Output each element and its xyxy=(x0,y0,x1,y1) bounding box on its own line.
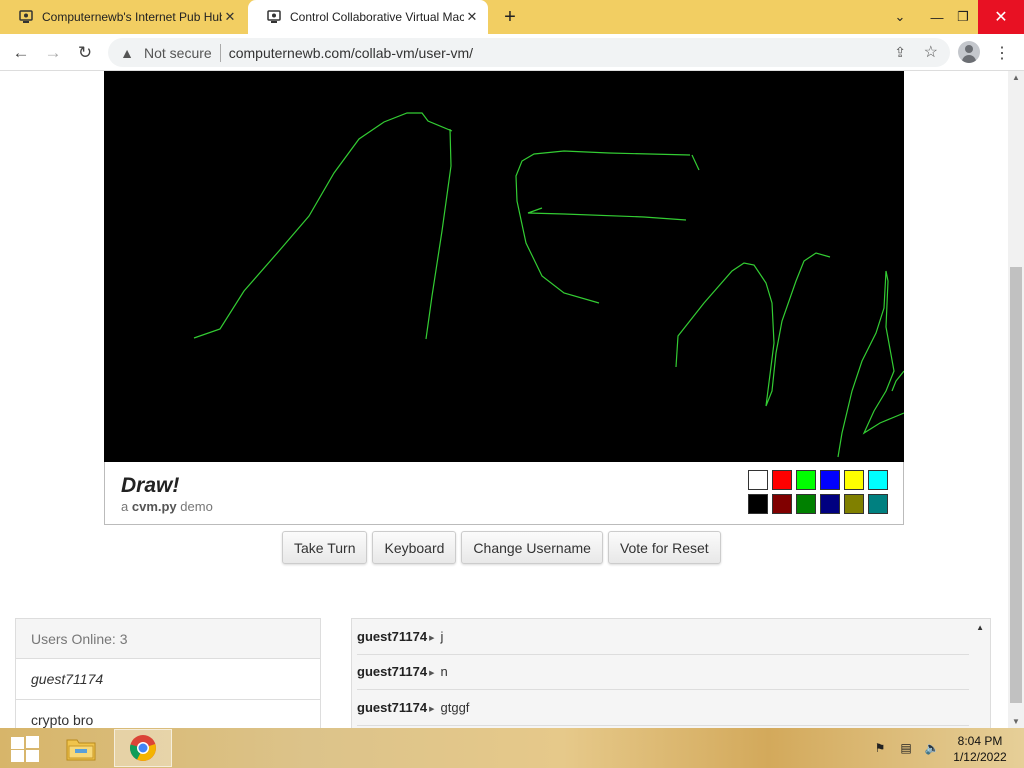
users-online-panel: Users Online: 3 guest71174 crypto bro xyxy=(15,618,321,728)
color-palette xyxy=(748,470,892,514)
vm-controls: Take Turn Keyboard Change Username Vote … xyxy=(282,531,721,564)
stroke-e-bottom xyxy=(691,154,700,171)
chevron-down-icon[interactable]: ⌄ xyxy=(886,0,914,34)
warning-icon[interactable]: ▲ xyxy=(118,44,136,62)
color-swatch[interactable] xyxy=(772,494,792,514)
share-icon[interactable]: ⇪ xyxy=(894,44,906,61)
tab-title: Control Collaborative Virtual Machine xyxy=(290,10,464,24)
caret-right-icon: ▶ xyxy=(429,669,435,677)
color-swatch[interactable] xyxy=(820,494,840,514)
scrollbar-thumb[interactable] xyxy=(1010,267,1022,703)
tab-strip: Computernewb's Internet Pub Hub ✕ Contro… xyxy=(0,0,1024,34)
browser-toolbar: ← → ↻ ▲ Not secure computernewb.com/coll… xyxy=(0,34,1024,71)
users-online-header: Users Online: 3 xyxy=(16,619,320,659)
take-turn-button[interactable]: Take Turn xyxy=(282,531,368,564)
computernewb-favicon-icon xyxy=(267,10,281,23)
scroll-up-icon[interactable]: ▲ xyxy=(1008,73,1024,82)
vm-display-canvas[interactable] xyxy=(104,71,904,462)
stroke-a-left xyxy=(193,112,453,339)
close-icon[interactable]: ✕ xyxy=(222,9,238,25)
close-icon[interactable]: ✕ xyxy=(464,9,480,25)
restore-icon[interactable]: ❐ xyxy=(950,0,976,34)
color-swatch[interactable] xyxy=(844,494,864,514)
chat-panel[interactable]: ▲ guest71174 ▶ j guest71174 ▶ n guest711… xyxy=(351,618,991,728)
color-swatch[interactable] xyxy=(796,470,816,490)
system-tray: ⚑ ▤ 🔈 xyxy=(872,740,940,756)
chat-text: n xyxy=(440,664,448,679)
forward-arrow-icon[interactable]: → xyxy=(40,40,66,66)
page-scrollbar[interactable]: ▲ ▼ xyxy=(1008,71,1024,728)
bookmark-star-icon[interactable]: ☆ xyxy=(924,42,938,62)
chat-message: guest71174 ▶ gtggf xyxy=(357,690,969,726)
color-swatch[interactable] xyxy=(772,470,792,490)
clock-time: 8:04 PM xyxy=(957,734,1003,748)
vote-for-reset-button[interactable]: Vote for Reset xyxy=(607,531,721,564)
color-swatch[interactable] xyxy=(868,494,888,514)
chat-username: guest71174 xyxy=(357,664,428,679)
windows-start-icon[interactable] xyxy=(10,736,40,762)
file-explorer-icon[interactable] xyxy=(60,730,102,766)
computernewb-favicon-icon xyxy=(19,10,33,23)
page-viewport: Draw! a cvm.py demo Take Turn Keyboard C… xyxy=(0,71,1008,728)
user-item: guest71174 xyxy=(16,659,320,700)
stroke-e-top xyxy=(515,150,691,304)
back-arrow-icon[interactable]: ← xyxy=(8,40,34,66)
volume-muted-icon[interactable]: 🔈 xyxy=(924,740,940,756)
profile-avatar-icon[interactable] xyxy=(958,41,980,63)
reload-icon[interactable]: ↻ xyxy=(72,40,98,66)
address-bar[interactable]: ▲ Not secure computernewb.com/collab-vm/… xyxy=(108,38,950,67)
plus-icon[interactable]: + xyxy=(498,5,522,29)
stroke-a-right xyxy=(425,128,452,340)
color-swatch[interactable] xyxy=(748,470,768,490)
clock-date: 1/12/2022 xyxy=(953,750,1007,764)
keyboard-button[interactable]: Keyboard xyxy=(372,531,457,564)
color-swatch[interactable] xyxy=(844,470,864,490)
chat-username: guest71174 xyxy=(357,700,428,715)
scroll-down-icon[interactable]: ▼ xyxy=(1008,717,1024,726)
color-swatch[interactable] xyxy=(748,494,768,514)
divider xyxy=(219,43,221,62)
stroke-n xyxy=(675,252,831,407)
chat-message: guest71174 ▶ j xyxy=(357,619,969,655)
windows-taskbar: ⚑ ▤ 🔈 8:04 PM 1/12/2022 xyxy=(0,728,1024,768)
kebab-menu-icon[interactable]: ⋮ xyxy=(992,40,1012,66)
action-center-flag-icon[interactable]: ⚑ xyxy=(872,740,888,756)
caret-right-icon: ▶ xyxy=(429,705,435,713)
tab-internet-pub-hub[interactable]: Computernewb's Internet Pub Hub ✕ xyxy=(0,0,246,34)
stroke-b-hook xyxy=(891,370,904,392)
url-text[interactable]: computernewb.com/collab-vm/user-vm/ xyxy=(229,45,473,61)
vm-info-panel: Draw! a cvm.py demo xyxy=(104,462,904,525)
chat-text: j xyxy=(440,629,444,644)
color-swatch[interactable] xyxy=(820,470,840,490)
system-clock[interactable]: 8:04 PM 1/12/2022 xyxy=(944,733,1016,765)
vm-subtitle: a cvm.py demo xyxy=(121,499,213,514)
security-label[interactable]: Not secure xyxy=(144,45,212,61)
window-close-icon[interactable]: ✕ xyxy=(978,0,1024,34)
chat-message: guest71174 ▶ n xyxy=(357,654,969,690)
vm-title: Draw! xyxy=(121,474,180,497)
stroke-e-mid xyxy=(527,207,687,221)
chat-text: gtggf xyxy=(440,700,470,715)
tab-collaborative-vm[interactable]: Control Collaborative Virtual Machine ✕ xyxy=(248,0,488,34)
stroke-b xyxy=(837,270,904,458)
scroll-up-icon[interactable]: ▲ xyxy=(976,623,984,632)
chrome-icon[interactable] xyxy=(114,729,172,767)
network-icon[interactable]: ▤ xyxy=(898,740,914,756)
color-swatch[interactable] xyxy=(796,494,816,514)
tab-title: Computernewb's Internet Pub Hub xyxy=(42,10,222,24)
color-swatch[interactable] xyxy=(868,470,888,490)
change-username-button[interactable]: Change Username xyxy=(461,531,603,564)
caret-right-icon: ▶ xyxy=(429,634,435,642)
chat-username: guest71174 xyxy=(357,629,428,644)
minimize-icon[interactable]: — xyxy=(922,0,952,34)
vm-drawing xyxy=(193,112,904,458)
user-item: crypto bro xyxy=(16,700,320,728)
